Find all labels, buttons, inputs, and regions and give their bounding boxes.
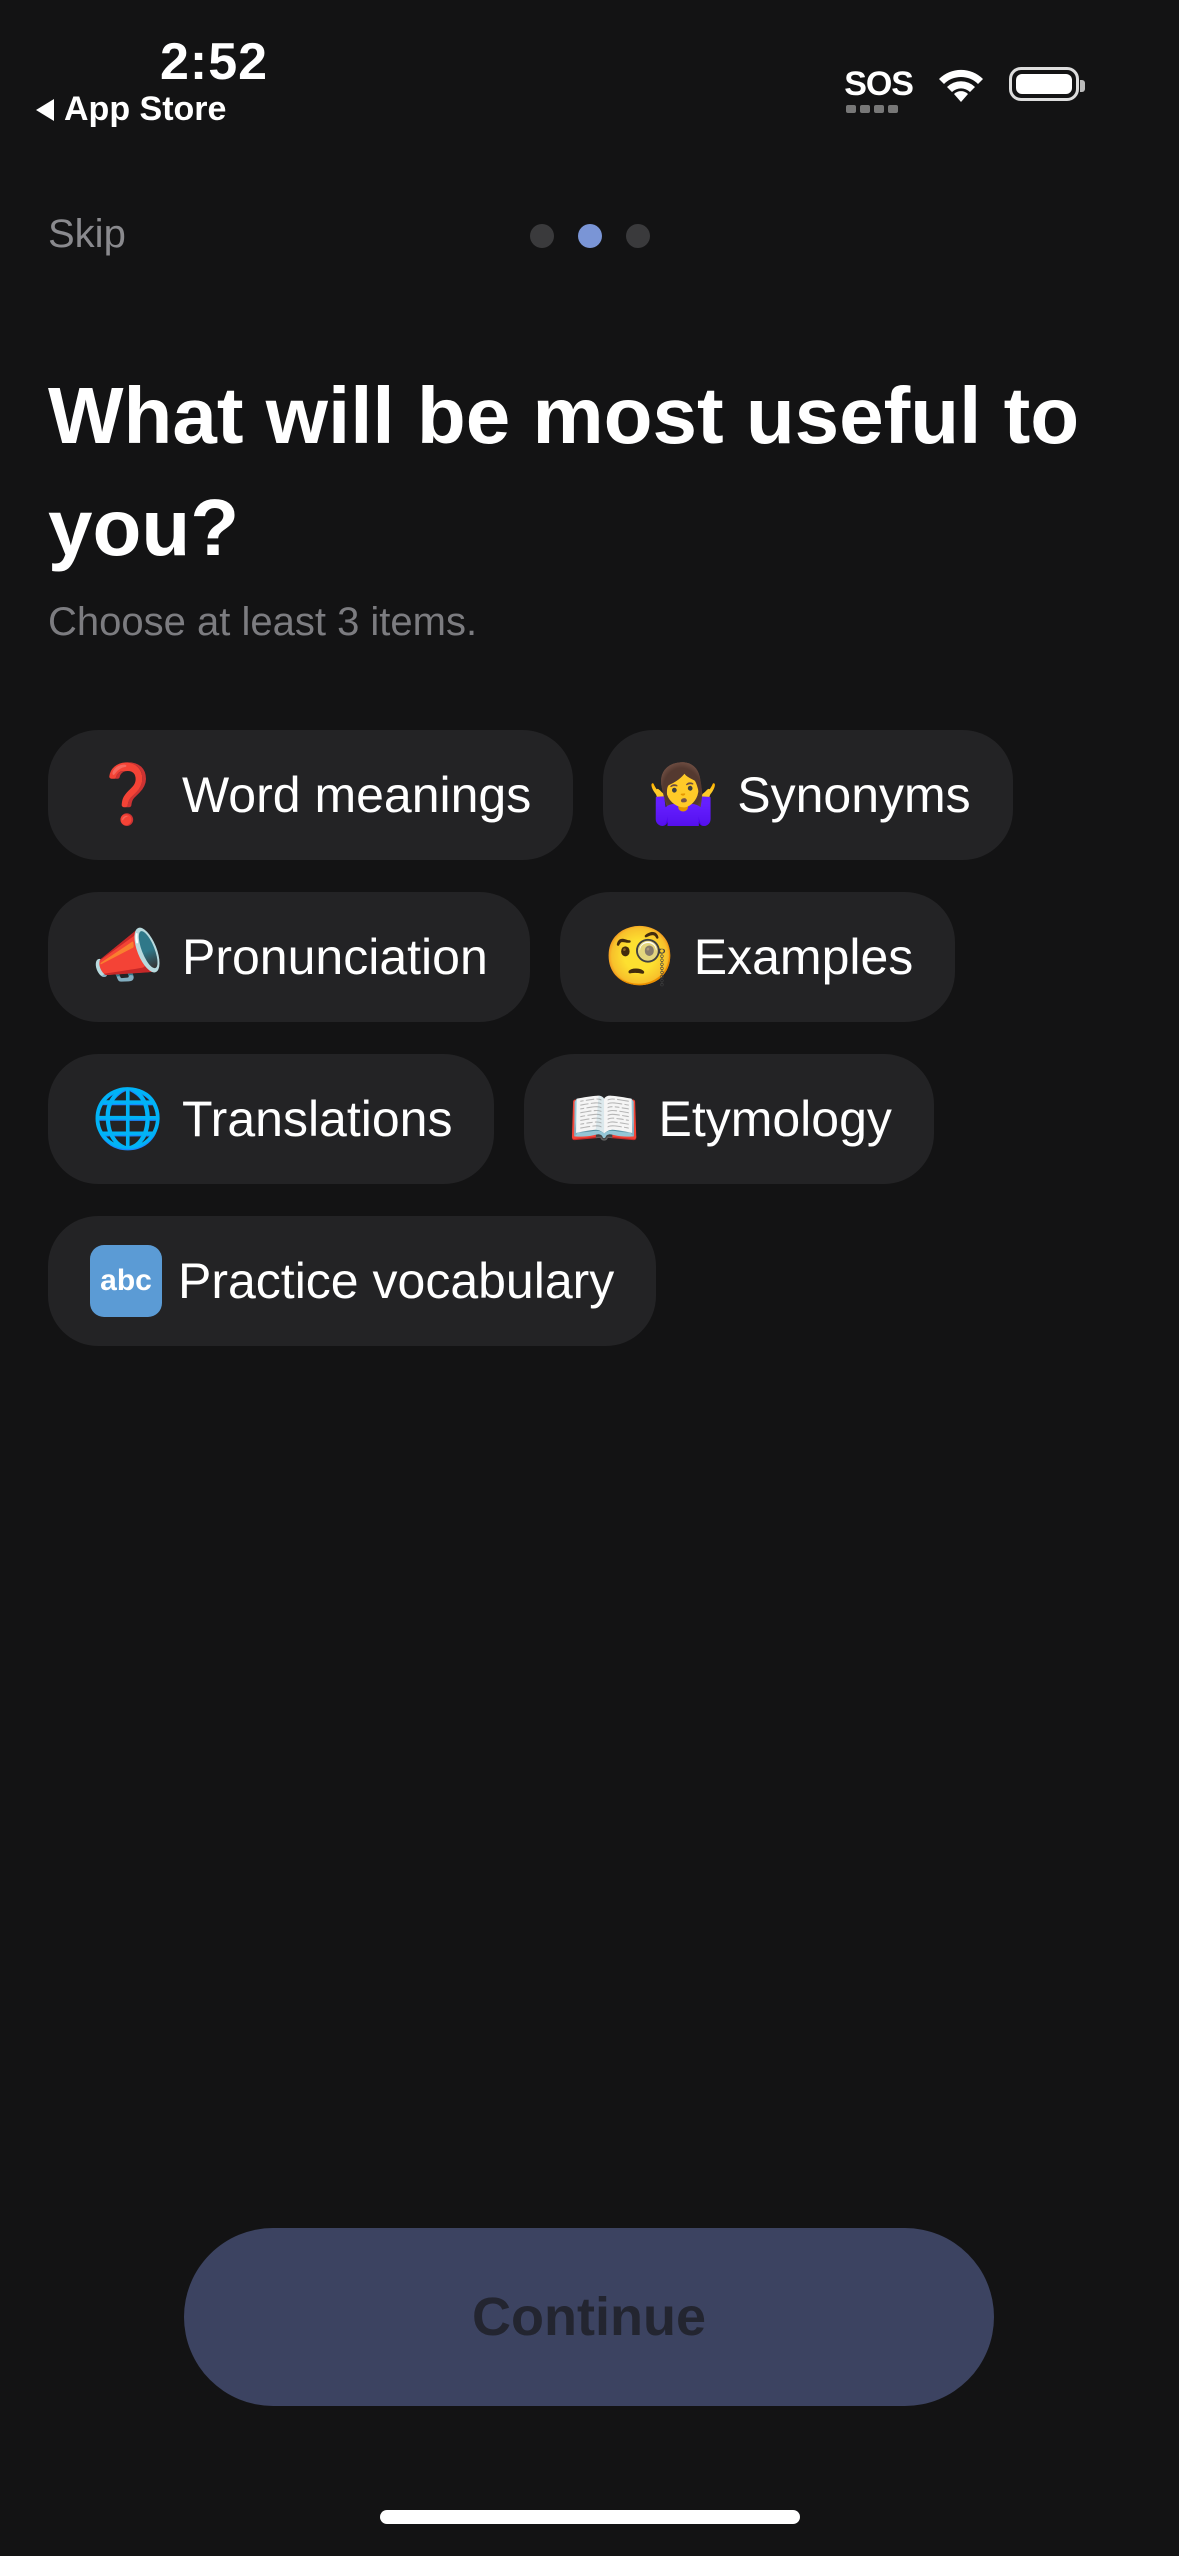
status-indicators: SOS [844, 64, 1085, 113]
sos-indicator: SOS [844, 64, 914, 113]
abc-icon: abc [90, 1245, 162, 1317]
option-label: Etymology [658, 1091, 892, 1147]
wifi-icon [939, 69, 983, 102]
page-dot-1 [530, 224, 554, 248]
option-pronunciation[interactable]: 📣 Pronunciation [48, 892, 530, 1022]
options-list: ❓ Word meanings 🤷‍♀️ Synonyms 📣 Pronunci… [48, 730, 1108, 1346]
option-label: Examples [693, 929, 914, 985]
page-dot-3 [626, 224, 650, 248]
open-book-icon: 📖 [568, 1086, 641, 1151]
option-etymology[interactable]: 📖 Etymology [524, 1054, 934, 1184]
back-to-app-store-link[interactable]: App Store [36, 90, 226, 129]
monocle-face-icon: 🧐 [603, 924, 676, 989]
option-practice-vocabulary[interactable]: abc Practice vocabulary [48, 1216, 657, 1346]
battery-icon [1009, 67, 1085, 101]
back-link-label: App Store [64, 90, 227, 128]
option-label: Translations [182, 1091, 453, 1147]
option-synonyms[interactable]: 🤷‍♀️ Synonyms [603, 730, 1013, 860]
globe-icon: 🌐 [91, 1086, 165, 1151]
option-translations[interactable]: 🌐 Translations [48, 1054, 495, 1184]
page-indicator [530, 224, 650, 248]
page-dot-2-active [578, 224, 602, 248]
page-title: What will be most useful to you? [48, 371, 1080, 572]
signal-dots-icon [846, 104, 899, 113]
skip-button[interactable]: Skip [48, 212, 126, 257]
back-triangle-icon [36, 98, 54, 121]
shrug-icon: 🤷‍♀️ [647, 762, 720, 827]
continue-button[interactable]: Continue [184, 2228, 994, 2406]
status-time: 2:52 [160, 33, 269, 91]
question-mark-icon: ❓ [91, 762, 165, 827]
sos-label: SOS [844, 64, 914, 103]
option-label: Synonyms [737, 767, 971, 823]
home-indicator[interactable] [380, 2510, 800, 2524]
option-label: Practice vocabulary [178, 1253, 615, 1309]
page-subtitle: Choose at least 3 items. [48, 600, 478, 644]
option-label: Pronunciation [182, 929, 488, 985]
option-examples[interactable]: 🧐 Examples [559, 892, 956, 1022]
option-label: Word meanings [182, 767, 532, 823]
option-word-meanings[interactable]: ❓ Word meanings [48, 730, 574, 860]
megaphone-icon: 📣 [91, 924, 165, 989]
